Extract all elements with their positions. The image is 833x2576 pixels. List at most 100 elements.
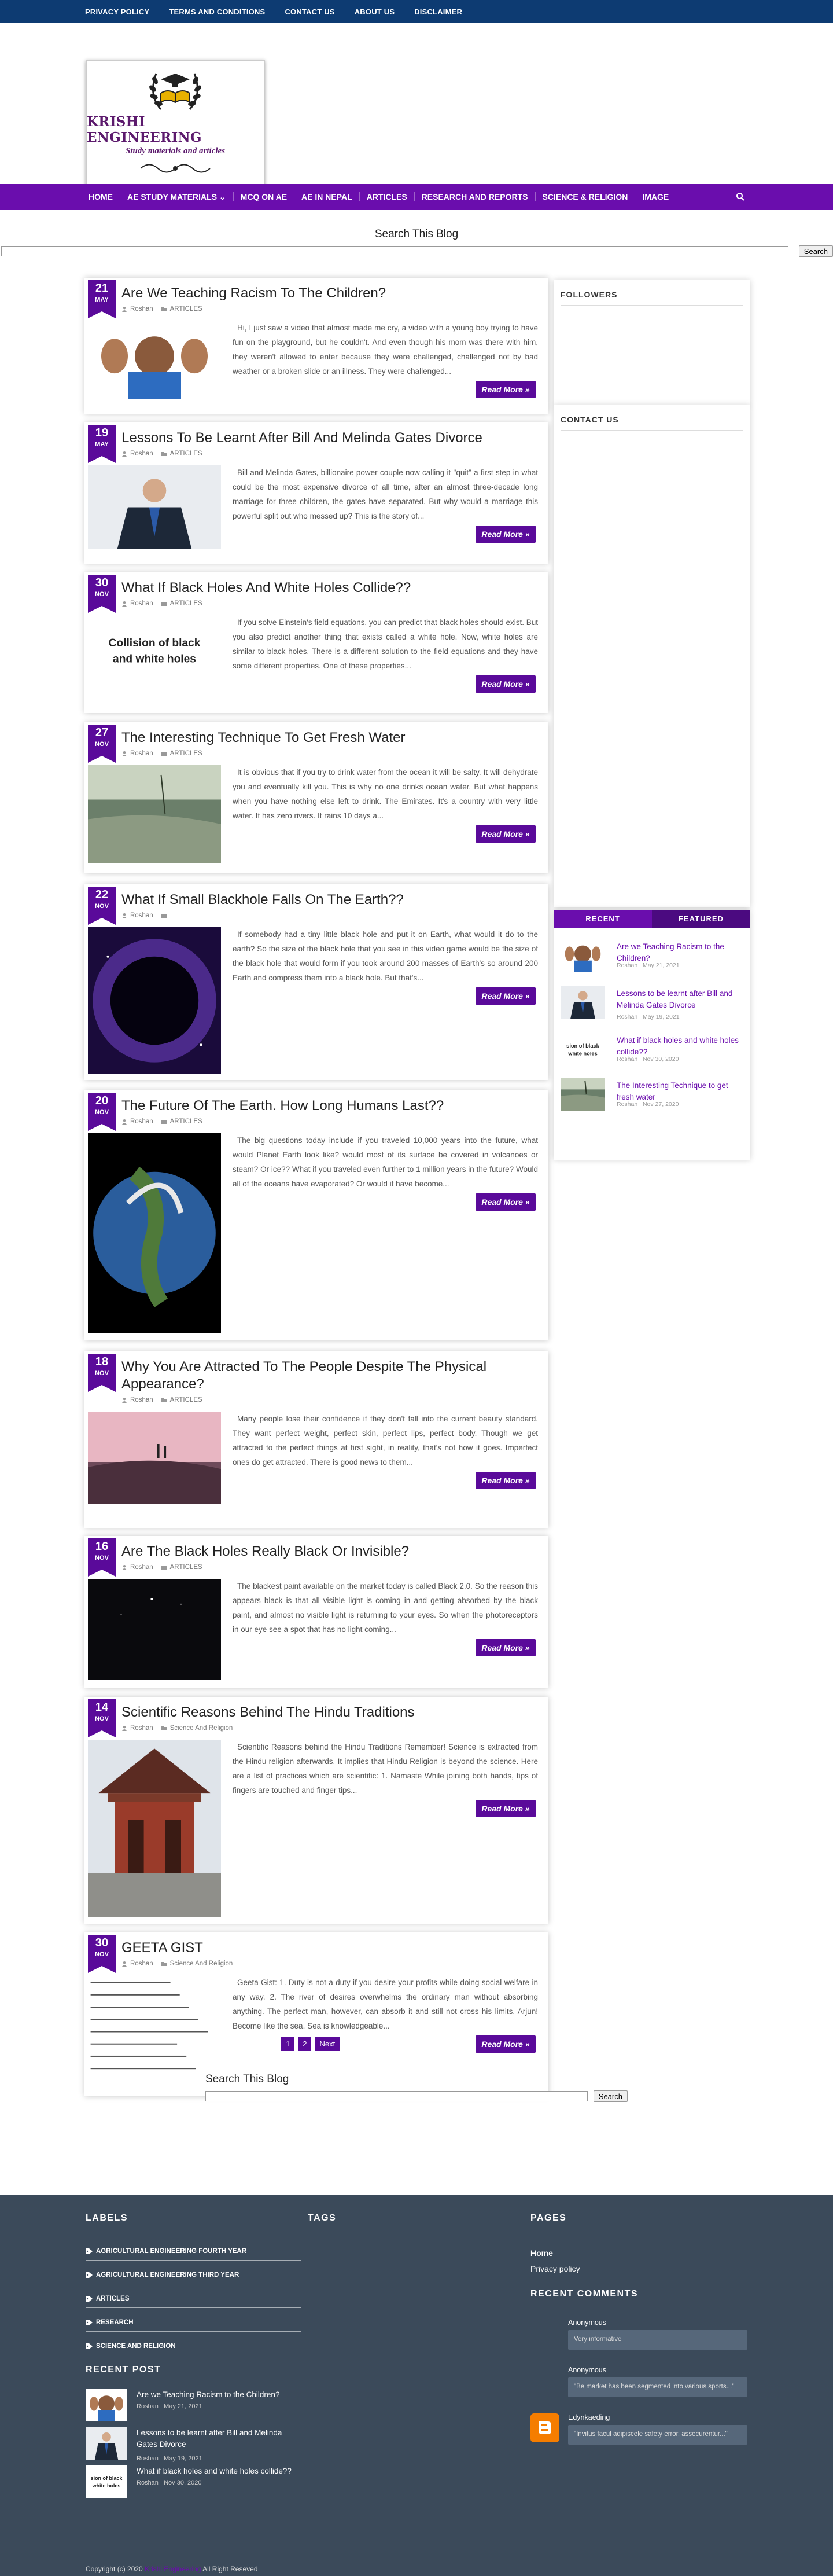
post-author[interactable]: Roshan <box>130 306 153 313</box>
post-author[interactable]: Roshan <box>130 450 153 457</box>
post-thumbnail[interactable] <box>88 465 221 549</box>
sidebar-recent-title[interactable]: The Interesting Technique to get fresh w… <box>617 1080 744 1103</box>
read-more-button[interactable]: Read More » <box>476 2035 536 2053</box>
post-author[interactable]: Roshan <box>130 1397 153 1403</box>
footer-label-link[interactable]: AGRICULTURAL ENGINEERING FOURTH YEAR <box>86 2248 301 2261</box>
footer-recent-title[interactable]: What if black holes and white holes coll… <box>137 2465 298 2477</box>
footer-recent-item[interactable]: Lessons to be learnt after Bill and Meli… <box>86 2427 305 2462</box>
post-thumbnail[interactable] <box>88 1975 221 2087</box>
post-author[interactable]: Roshan <box>130 600 153 607</box>
post-category[interactable]: ARTICLES <box>170 750 202 757</box>
bottom-search-input[interactable] <box>205 2091 588 2101</box>
page-1-button[interactable]: 1 <box>281 2037 295 2051</box>
topnav-about-us[interactable]: ABOUT US <box>355 8 395 16</box>
sidebar-recent-thumb[interactable]: sion of black white holes <box>561 1032 605 1066</box>
post-title[interactable]: Why You Are Attracted To The People Desp… <box>121 1358 538 1393</box>
topnav-terms[interactable]: TERMS AND CONDITIONS <box>169 8 265 16</box>
post-category[interactable]: ARTICLES <box>170 450 202 457</box>
footer-label-link[interactable]: RESEARCH <box>86 2319 301 2332</box>
page-2-button[interactable]: 2 <box>298 2037 312 2051</box>
post-thumbnail[interactable]: Collision of black and white holes <box>88 615 221 685</box>
post-author[interactable]: Roshan <box>130 912 153 919</box>
post-title[interactable]: Lessons To Be Learnt After Bill And Meli… <box>121 429 538 447</box>
post-thumbnail[interactable] <box>88 1579 221 1680</box>
read-more-button[interactable]: Read More » <box>476 675 536 693</box>
sidebar-recent-title[interactable]: What if black holes and white holes coll… <box>617 1035 744 1058</box>
search-icon[interactable] <box>736 192 745 201</box>
sidebar-recent-item[interactable]: sion of black white holes What if black h… <box>561 1032 746 1073</box>
nav-image[interactable]: IMAGE <box>635 192 676 201</box>
post-title[interactable]: Are We Teaching Racism To The Children? <box>121 285 538 302</box>
read-more-button[interactable]: Read More » <box>476 1639 536 1656</box>
post-category[interactable]: Science And Religion <box>170 1725 233 1732</box>
nav-articles[interactable]: ARTICLES <box>360 192 415 201</box>
post-thumbnail[interactable] <box>88 927 221 1074</box>
tab-recent[interactable]: RECENT <box>554 910 652 928</box>
footer-recent-item[interactable]: sion of black white holes What if black h… <box>86 2465 305 2500</box>
footer-page-privacy[interactable]: Privacy policy <box>530 2264 580 2273</box>
comment-body[interactable]: "Be market has been segmented into vario… <box>568 2377 747 2397</box>
read-more-button[interactable]: Read More » <box>476 825 536 843</box>
blogger-avatar-icon[interactable] <box>530 2413 559 2442</box>
post-category[interactable]: ARTICLES <box>170 306 202 313</box>
comment-author[interactable]: Anonymous <box>568 2366 606 2374</box>
footer-label-text[interactable]: RESEARCH <box>96 2319 134 2326</box>
read-more-button[interactable]: Read More » <box>476 526 536 543</box>
sidebar-recent-item[interactable]: Are we Teaching Racism to the Children? … <box>561 939 746 979</box>
post-thumbnail[interactable] <box>88 1740 221 1917</box>
footer-label-text[interactable]: AGRICULTURAL ENGINEERING FOURTH YEAR <box>96 2248 246 2255</box>
post-title[interactable]: Are The Black Holes Really Black Or Invi… <box>121 1543 538 1560</box>
footer-recent-thumb[interactable] <box>86 2427 127 2460</box>
sidebar-recent-title[interactable]: Lessons to be learnt after Bill and Meli… <box>617 988 744 1011</box>
nav-science-religion[interactable]: SCIENCE & RELIGION <box>536 192 636 201</box>
topnav-contact-us[interactable]: CONTACT US <box>285 8 334 16</box>
post-author[interactable]: Roshan <box>130 1960 153 1967</box>
post-author[interactable]: Roshan <box>130 1725 153 1732</box>
post-author[interactable]: Roshan <box>130 1118 153 1125</box>
post-category[interactable]: ARTICLES <box>170 600 202 607</box>
post-thumbnail[interactable] <box>88 765 221 863</box>
nav-home[interactable]: HOME <box>86 192 120 201</box>
footer-recent-title[interactable]: Are we Teaching Racism to the Children? <box>137 2389 298 2401</box>
site-logo[interactable]: KRISHI ENGINEERING Study materials and a… <box>86 60 265 193</box>
post-thumbnail[interactable] <box>88 321 221 399</box>
post-title[interactable]: Scientific Reasons Behind The Hindu Trad… <box>121 1704 538 1721</box>
nav-ae-study-materials[interactable]: AE STUDY MATERIALS ⌄ <box>120 192 234 201</box>
footer-page-home[interactable]: Home <box>530 2248 553 2258</box>
footer-recent-thumb[interactable] <box>86 2389 127 2421</box>
post-title[interactable]: What If Black Holes And White Holes Coll… <box>121 579 538 597</box>
search-button[interactable]: Search <box>798 245 833 257</box>
post-title[interactable]: GEETA GIST <box>121 1939 538 1957</box>
search-input[interactable] <box>1 246 788 256</box>
read-more-button[interactable]: Read More » <box>476 1193 536 1211</box>
next-page-button[interactable]: Next <box>315 2037 340 2051</box>
post-title[interactable]: The Future Of The Earth. How Long Humans… <box>121 1097 538 1115</box>
read-more-button[interactable]: Read More » <box>476 987 536 1005</box>
post-category[interactable]: Science And Religion <box>170 1960 233 1967</box>
post-category[interactable]: ARTICLES <box>170 1118 202 1125</box>
read-more-button[interactable]: Read More » <box>476 1472 536 1489</box>
footer-label-text[interactable]: SCIENCE AND RELIGION <box>96 2343 176 2350</box>
bottom-search-button[interactable]: Search <box>593 2090 628 2102</box>
sidebar-recent-item[interactable]: The Interesting Technique to get fresh w… <box>561 1078 746 1118</box>
post-author[interactable]: Roshan <box>130 1564 153 1571</box>
tab-featured[interactable]: FEATURED <box>652 910 750 928</box>
nav-mcq-on-ae[interactable]: MCQ ON AE <box>234 192 295 201</box>
sidebar-recent-title[interactable]: Are we Teaching Racism to the Children? <box>617 941 744 964</box>
topnav-disclaimer[interactable]: DISCLAIMER <box>414 8 462 16</box>
comment-author[interactable]: Edynkaeding <box>568 2413 610 2421</box>
footer-label-link[interactable]: ARTICLES <box>86 2295 301 2308</box>
topnav-privacy-policy[interactable]: PRIVACY POLICY <box>85 8 149 16</box>
footer-recent-title[interactable]: Lessons to be learnt after Bill and Meli… <box>137 2427 298 2450</box>
footer-label-text[interactable]: AGRICULTURAL ENGINEERING THIRD YEAR <box>96 2272 239 2279</box>
sidebar-recent-thumb[interactable] <box>561 986 605 1019</box>
copyright-brand[interactable]: Krishi Engineering <box>145 2565 201 2573</box>
post-category[interactable]: ARTICLES <box>170 1564 202 1571</box>
footer-label-link[interactable]: SCIENCE AND RELIGION <box>86 2343 301 2355</box>
read-more-button[interactable]: Read More » <box>476 381 536 398</box>
read-more-button[interactable]: Read More » <box>476 1800 536 1817</box>
footer-recent-thumb[interactable]: sion of black white holes <box>86 2465 127 2498</box>
post-thumbnail[interactable] <box>88 1133 221 1333</box>
sidebar-recent-thumb[interactable] <box>561 1078 605 1111</box>
post-author[interactable]: Roshan <box>130 750 153 757</box>
